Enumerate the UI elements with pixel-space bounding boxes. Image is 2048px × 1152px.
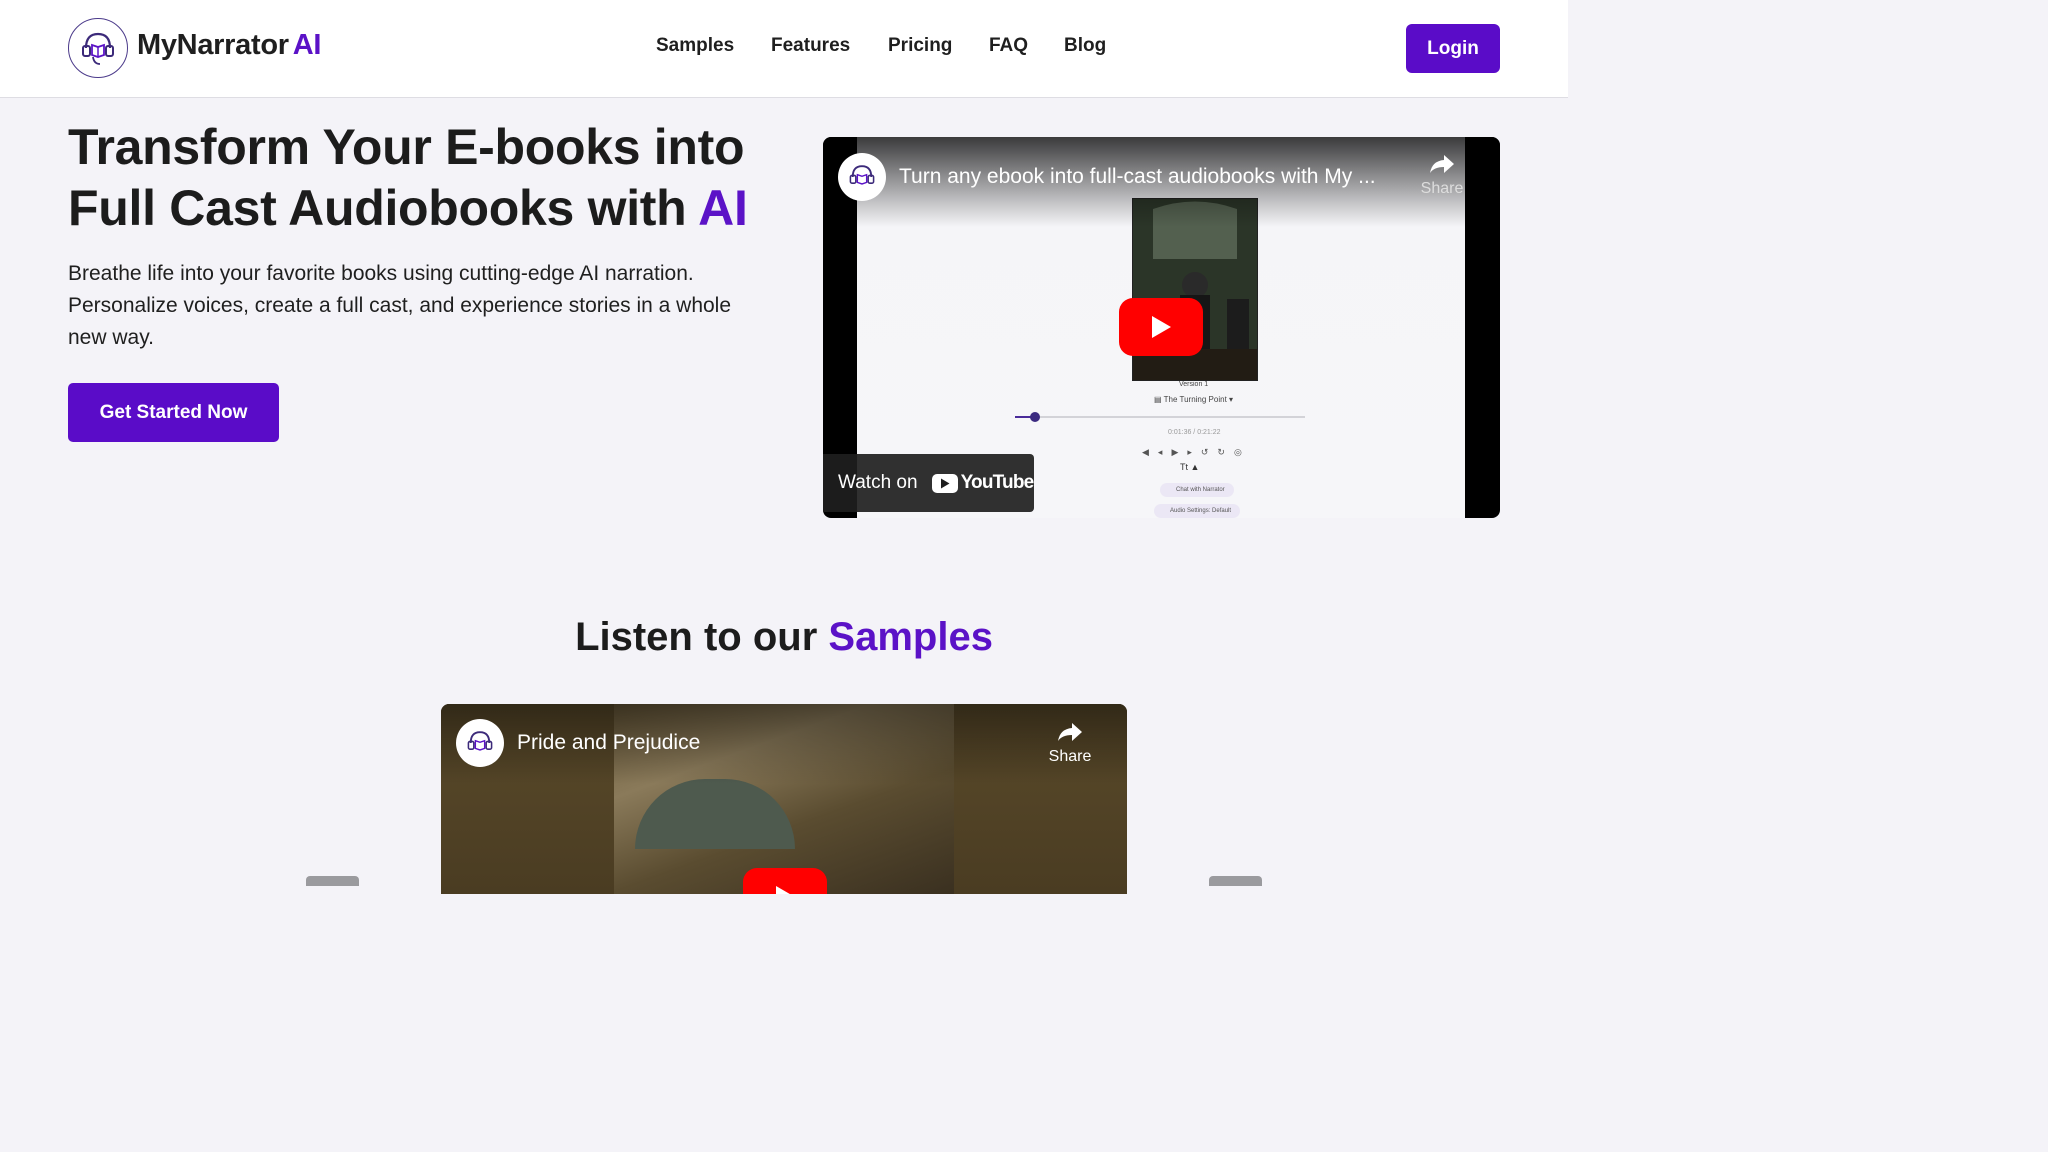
watch-on-youtube-button[interactable]: Watch on YouTube bbox=[823, 454, 1034, 512]
get-started-button[interactable]: Get Started Now bbox=[68, 383, 279, 442]
share-label: Share bbox=[1048, 748, 1092, 765]
samples-heading-accent: Samples bbox=[828, 615, 993, 659]
progress-track bbox=[1015, 416, 1305, 418]
carousel-prev-button[interactable] bbox=[306, 876, 359, 886]
hero-title-accent: AI bbox=[698, 180, 748, 236]
audio-settings: Audio Settings: Default bbox=[1154, 504, 1240, 518]
carousel-next-button[interactable] bbox=[1209, 876, 1262, 886]
nav-pricing[interactable]: Pricing bbox=[888, 35, 952, 57]
intro-video-player[interactable]: Version 1 ▤ The Turning Point ▾ 0:01:36 … bbox=[823, 137, 1500, 518]
hero-title-line1: Transform Your E-books into bbox=[68, 119, 745, 175]
nav-faq[interactable]: FAQ bbox=[989, 35, 1028, 57]
play-icon bbox=[776, 886, 790, 894]
chapter-select: ▤ The Turning Point ▾ bbox=[1154, 395, 1234, 404]
brand-name[interactable]: MyNarrator AI bbox=[137, 29, 321, 62]
samples-heading-prefix: Listen to our bbox=[575, 615, 818, 659]
text-size-icon: Tt ▲ bbox=[1180, 462, 1200, 472]
playback-time: 0:01:36 / 0:21:22 bbox=[1168, 429, 1221, 436]
brand-suffix: AI bbox=[292, 29, 322, 61]
nav-samples[interactable]: Samples bbox=[656, 35, 734, 57]
share-button[interactable]: Share bbox=[1045, 721, 1095, 766]
channel-avatar-icon[interactable] bbox=[838, 153, 886, 201]
hero-title: Transform Your E-books into Full Cast Au… bbox=[68, 117, 788, 239]
play-icon bbox=[1152, 316, 1171, 338]
login-button[interactable]: Login bbox=[1406, 24, 1500, 73]
watch-on-label: Watch on bbox=[838, 472, 918, 493]
play-button[interactable] bbox=[743, 868, 827, 894]
hero-subtitle: Breathe life into your favorite books us… bbox=[68, 262, 732, 349]
share-arrow-icon bbox=[1430, 155, 1454, 173]
samples-heading: Listen to our Samples bbox=[0, 615, 1568, 660]
sample-video-player[interactable]: Pride and Prejudice Share bbox=[441, 704, 1127, 894]
logo-icon[interactable] bbox=[68, 18, 128, 78]
sample-video-title[interactable]: Pride and Prejudice bbox=[517, 731, 917, 755]
share-label: Share bbox=[1420, 180, 1464, 197]
site-header: MyNarrator AI Samples Features Pricing FA… bbox=[0, 0, 1568, 98]
share-arrow-icon bbox=[1058, 723, 1082, 741]
youtube-logo: YouTube bbox=[931, 472, 1035, 494]
play-button[interactable] bbox=[1119, 298, 1203, 356]
brand-name-text: MyNarrator bbox=[137, 29, 289, 61]
book-version: Version 1 bbox=[1179, 381, 1209, 388]
hero-title-line2: Full Cast Audiobooks with bbox=[68, 180, 687, 236]
youtube-play-icon bbox=[931, 473, 958, 493]
nav-features[interactable]: Features bbox=[771, 35, 850, 57]
share-button[interactable]: Share bbox=[1419, 153, 1465, 198]
nav-blog[interactable]: Blog bbox=[1064, 35, 1106, 57]
player-controls: ◀◂▶▸↺↻◎ bbox=[1142, 447, 1251, 457]
youtube-wordmark: YouTube bbox=[960, 472, 1035, 493]
channel-avatar-icon[interactable] bbox=[456, 719, 504, 767]
video-title[interactable]: Turn any ebook into full-cast audiobooks… bbox=[899, 165, 1399, 189]
chapter-select-label: The Turning Point bbox=[1163, 395, 1227, 404]
chat-with-narrator: Chat with Narrator bbox=[1160, 483, 1234, 497]
